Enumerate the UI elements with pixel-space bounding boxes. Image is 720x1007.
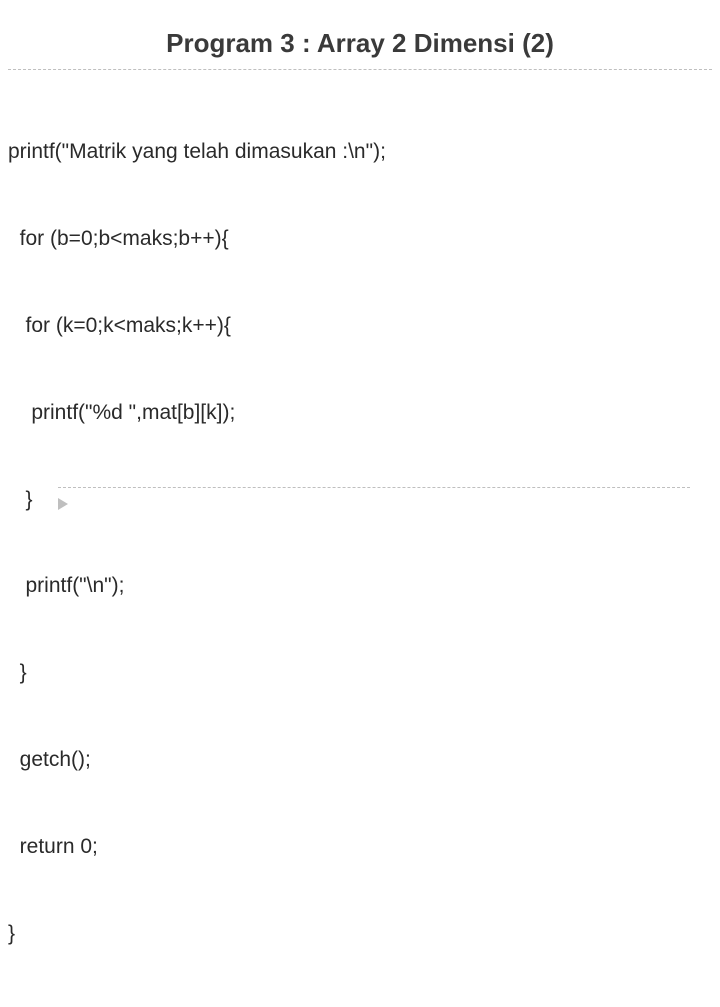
code-line: printf("%d ",mat[b][k]); <box>8 399 714 428</box>
title-wrap: Program 3 : Array 2 Dimensi (2) <box>6 28 714 63</box>
code-line: printf("Matrik yang telah dimasukan :\n"… <box>8 138 714 167</box>
code-line: for (k=0;k<maks;k++){ <box>8 312 714 341</box>
code-line: return 0; <box>8 833 714 862</box>
code-line: } <box>8 486 714 515</box>
slide: Program 3 : Array 2 Dimensi (2) printf("… <box>0 0 720 540</box>
title-divider <box>8 69 712 70</box>
code-block: printf("Matrik yang telah dimasukan :\n"… <box>6 80 714 1007</box>
play-icon <box>58 498 68 510</box>
code-line: } <box>8 920 714 949</box>
code-line: printf("\n"); <box>8 572 714 601</box>
code-line: for (b=0;b<maks;b++){ <box>8 225 714 254</box>
slide-title: Program 3 : Array 2 Dimensi (2) <box>166 28 554 59</box>
code-line: } <box>8 659 714 688</box>
footer-divider <box>58 487 690 488</box>
code-line: getch(); <box>8 746 714 775</box>
